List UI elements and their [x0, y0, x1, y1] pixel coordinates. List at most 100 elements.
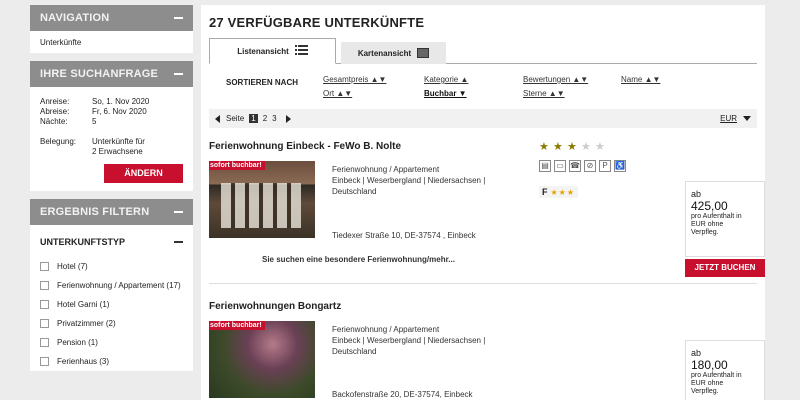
- list-icon: [294, 45, 308, 57]
- accommodation-type-title: UNTERKUNFTSTYP: [40, 237, 125, 247]
- star-rating: ★ ★ ★ ★ ★: [539, 142, 609, 153]
- tab-list-label: Listenansicht: [237, 46, 289, 56]
- star-empty-icon: ★: [595, 141, 605, 153]
- price-note-1: pro Aufenthalt in: [691, 213, 742, 220]
- navigation-title: NAVIGATION: [40, 12, 110, 24]
- occupancy-value-2: 2 Erwachsene: [92, 147, 143, 156]
- filter-option-label: Hotel Garni (1): [57, 300, 110, 309]
- dtv-letter: F: [542, 187, 548, 197]
- filter-option-label: Hotel (7): [57, 262, 88, 271]
- listing-address: Backofenstraße 20, DE-37574, Einbeck: [332, 390, 473, 399]
- occupancy-row: Belegung: Unterkünfte für 2 Erwachsene: [40, 137, 183, 157]
- checkbox[interactable]: [40, 300, 49, 309]
- page-label: Seite: [226, 114, 245, 123]
- price-box: ab 180,00 pro Aufenthalt in EUR ohne Ver…: [685, 340, 765, 400]
- listing-photo[interactable]: sofort buchbar!: [209, 321, 315, 398]
- sort-bookable[interactable]: Buchbar ▼: [424, 89, 467, 98]
- star-icon: ★: [553, 141, 563, 153]
- collapse-icon[interactable]: [174, 73, 183, 75]
- amenity-icons: ▤ ▭ ☎ ⊘ P ♿: [539, 160, 629, 172]
- arrival-value: So, 1. Nov 2020: [92, 97, 150, 106]
- kitchen-icon: ▤: [539, 160, 551, 172]
- prev-page-icon[interactable]: [215, 114, 220, 123]
- book-now-button[interactable]: JETZT BUCHEN: [685, 259, 765, 277]
- collapse-icon[interactable]: [174, 211, 183, 213]
- sort-category[interactable]: Kategorie ▲: [424, 75, 468, 84]
- sort-total-price[interactable]: Gesamtpreis ▲▼: [323, 75, 386, 84]
- filter-option-label: Privatzimmer (2): [57, 319, 116, 328]
- departure-label: Abreise:: [40, 107, 70, 116]
- navigation-header[interactable]: NAVIGATION: [30, 5, 193, 31]
- listing-title[interactable]: Ferienwohnungen Bongartz: [209, 301, 341, 312]
- checkbox[interactable]: [40, 319, 49, 328]
- departure-value: Fr, 6. Nov 2020: [92, 107, 147, 116]
- tab-map-label: Kartenansicht: [357, 48, 412, 58]
- filter-option[interactable]: Ferienwohnung / Appartement (17): [30, 276, 193, 295]
- search-header[interactable]: IHRE SUCHANFRAGE: [30, 61, 193, 87]
- price-note-2: EUR ohne: [691, 221, 724, 228]
- tab-map-view[interactable]: Kartenansicht: [341, 42, 446, 64]
- filter-option[interactable]: Pension (1): [30, 333, 193, 352]
- currency-select[interactable]: EUR: [720, 114, 737, 123]
- nights-label: Nächte:: [40, 117, 68, 126]
- bookable-badge: sofort buchbar!: [209, 321, 265, 330]
- checkbox[interactable]: [40, 338, 49, 347]
- price-prefix: ab: [691, 348, 702, 358]
- price-box: ab 425,00 pro Aufenthalt in EUR ohne Ver…: [685, 181, 765, 257]
- change-button[interactable]: ÄNDERN: [104, 164, 183, 183]
- search-panel: IHRE SUCHANFRAGE Anreise: So, 1. Nov 202…: [30, 61, 193, 191]
- collapse-icon[interactable]: [174, 241, 183, 243]
- filter-option[interactable]: Hotel (7): [30, 257, 193, 276]
- listing-region: Einbeck | Weserbergland | Niedersachsen …: [332, 176, 486, 185]
- listing-description-more[interactable]: Sie suchen eine besondere Ferienwohnung/…: [262, 255, 455, 264]
- sort-location[interactable]: Ort ▲▼: [323, 89, 352, 98]
- bookable-badge: sofort buchbar!: [209, 161, 265, 170]
- star-icon: ★: [567, 141, 577, 153]
- filter-option[interactable]: Hotel Garni (1): [30, 295, 193, 314]
- page-link-current[interactable]: 1: [249, 114, 258, 123]
- filter-title: ERGEBNIS FILTERN: [40, 206, 150, 218]
- star-icon: ★: [539, 141, 549, 153]
- star-empty-icon: ★: [581, 141, 591, 153]
- page-link[interactable]: 2: [263, 114, 267, 123]
- page-link[interactable]: 3: [272, 114, 276, 123]
- sidebar: NAVIGATION Unterkünfte IHRE SUCHANFRAGE …: [30, 5, 193, 379]
- occupancy-label: Belegung:: [40, 137, 77, 146]
- pagination-bar: Seite 1 2 3 EUR: [209, 109, 757, 128]
- filter-option-label: Pension (1): [57, 338, 98, 347]
- checkbox[interactable]: [40, 262, 49, 271]
- filter-option[interactable]: Privatzimmer (2): [30, 314, 193, 333]
- listing-type: Ferienwohnung / Appartement: [332, 325, 440, 334]
- parking-icon: P: [599, 160, 611, 172]
- sort-stars[interactable]: Sterne ▲▼: [523, 89, 565, 98]
- dtv-classification-badge: F ★★★: [539, 186, 579, 198]
- filter-panel: ERGEBNIS FILTERN UNTERKUNFTSTYP Hotel (7…: [30, 199, 193, 371]
- view-tabs: Listenansicht Kartenansicht: [209, 38, 757, 64]
- dtv-stars: ★★★: [550, 187, 576, 197]
- arrival-row: Anreise: So, 1. Nov 2020: [40, 97, 183, 107]
- search-title: IHRE SUCHANFRAGE: [40, 68, 159, 80]
- filter-header[interactable]: ERGEBNIS FILTERN: [30, 199, 193, 225]
- price-note-1: pro Aufenthalt in: [691, 372, 742, 379]
- listing-details: Ferienwohnung / Appartement Einbeck | We…: [332, 164, 485, 197]
- price-amount: 425,00: [691, 199, 728, 213]
- collapse-icon[interactable]: [174, 17, 183, 19]
- sort-name[interactable]: Name ▲▼: [621, 75, 660, 84]
- nav-link-unterkuenfte[interactable]: Unterkünfte: [40, 38, 183, 47]
- next-page-icon[interactable]: [285, 114, 291, 123]
- wheelchair-icon: ♿: [614, 160, 626, 172]
- chevron-down-icon[interactable]: [743, 116, 751, 121]
- occupancy-value-1: Unterkünfte für: [92, 137, 145, 146]
- sort-ratings[interactable]: Bewertungen ▲▼: [523, 75, 588, 84]
- listing-photo[interactable]: sofort buchbar!: [209, 161, 315, 238]
- checkbox[interactable]: [40, 357, 49, 366]
- listing-details: Ferienwohnung / Appartement Einbeck | We…: [332, 324, 485, 357]
- tab-list-view[interactable]: Listenansicht: [209, 38, 336, 64]
- phone-icon: ☎: [569, 160, 581, 172]
- listing-address: Tiedexer Straße 10, DE-37574 , Einbeck: [332, 231, 476, 240]
- navigation-panel: NAVIGATION Unterkünfte: [30, 5, 193, 53]
- filter-option[interactable]: Ferienhaus (3): [30, 352, 193, 371]
- listing-title[interactable]: Ferienwohnung Einbeck - FeWo B. Nolte: [209, 141, 401, 152]
- checkbox[interactable]: [40, 281, 49, 290]
- accommodation-type-header[interactable]: UNTERKUNFTSTYP: [30, 225, 193, 257]
